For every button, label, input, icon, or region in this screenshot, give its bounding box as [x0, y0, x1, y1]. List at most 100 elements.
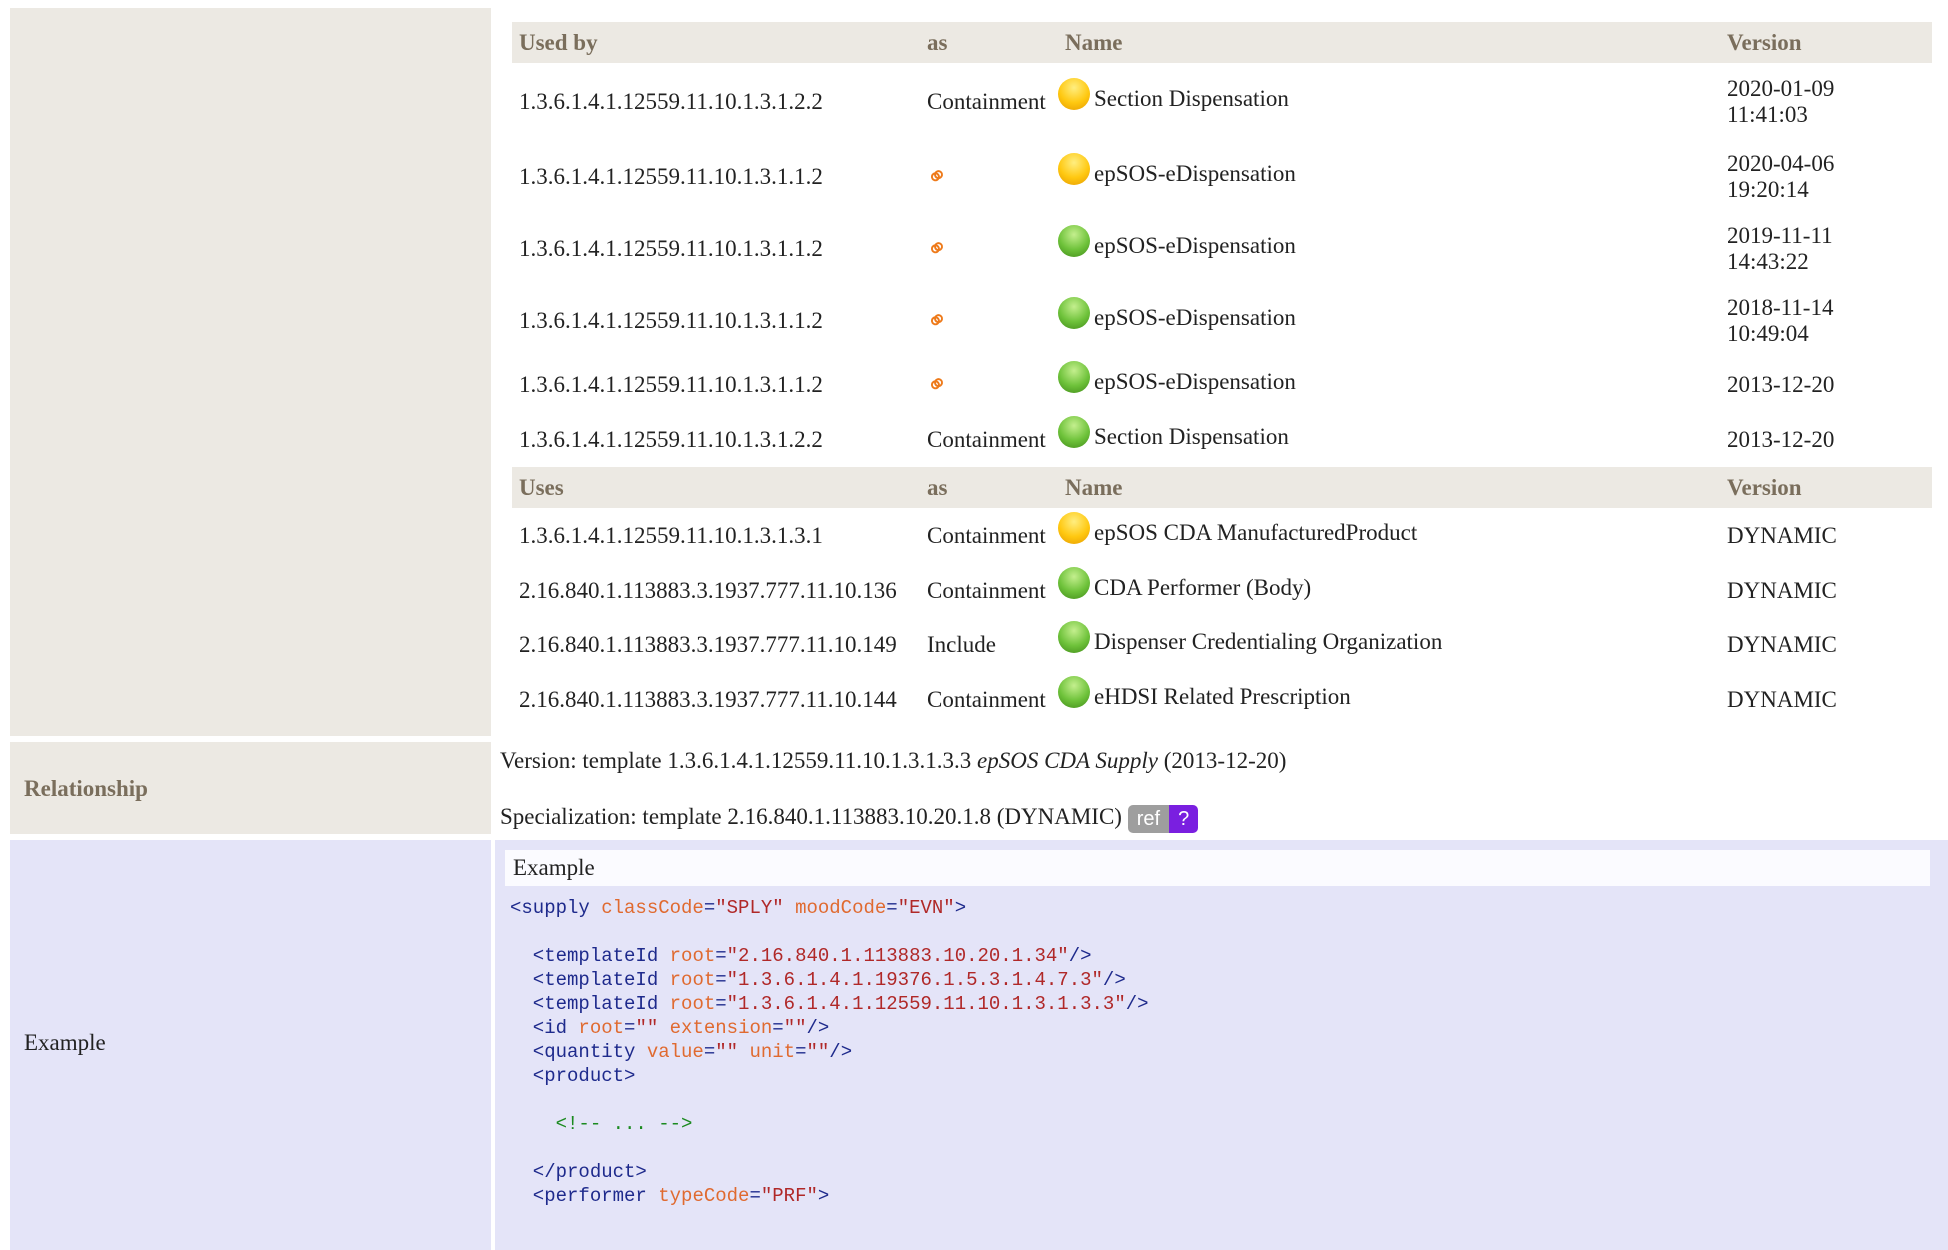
template-name[interactable]: CDA Performer (Body) [1094, 575, 1311, 600]
help-button[interactable]: ? [1169, 804, 1199, 833]
template-name-cell: eHDSI Related Prescription [1058, 672, 1720, 728]
table-row: 2.16.840.1.113883.3.1937.777.11.10.149 In… [512, 618, 1932, 672]
version-date: DYNAMIC [1727, 578, 1837, 603]
template-name-cell: epSOS-eDispensation [1058, 285, 1720, 357]
used-by-label-cell [10, 8, 491, 736]
link-icon[interactable]: ⚭ [920, 158, 955, 195]
template-name-cell: epSOS-eDispensation [1058, 141, 1720, 213]
template-id[interactable]: 2.16.840.1.113883.3.1937.777.11.10.136 [512, 564, 920, 618]
template-name-cell: Section Dispensation [1058, 63, 1720, 141]
relation-type: ⚭ [920, 285, 1058, 357]
table-row: 1.3.6.1.4.1.12559.11.10.1.3.1.1.2 ⚭ epSOS-… [512, 285, 1932, 357]
relationship-label: Relationship [24, 776, 148, 801]
template-version: 2020-01-09 11:41:03 [1720, 63, 1932, 141]
as-header: as [920, 22, 1058, 63]
table-row: 2.16.840.1.113883.3.1937.777.11.10.144 Co… [512, 672, 1932, 728]
template-name[interactable]: Section Dispensation [1094, 86, 1289, 111]
version-time: 19:20:14 [1727, 177, 1809, 202]
example-caption-text: Example [513, 855, 595, 880]
link-icon[interactable]: ⚭ [920, 366, 955, 403]
example-label: Example [24, 1030, 106, 1055]
status-active-icon [1058, 567, 1090, 599]
version-template-name[interactable]: epSOS CDA Supply [977, 748, 1158, 773]
relation-type: Containment [927, 578, 1046, 603]
status-active-icon [1058, 416, 1090, 448]
template-id[interactable]: 2.16.840.1.113883.3.1937.777.11.10.144 [512, 672, 920, 728]
relationship-version: Version: template 1.3.6.1.4.1.12559.11.1… [500, 748, 1286, 774]
relationship-specialization: Specialization: template 2.16.840.1.1138… [500, 804, 1199, 833]
template-id[interactable]: 1.3.6.1.4.1.12559.11.10.1.3.1.1.2 [512, 141, 920, 213]
template-name[interactable]: epSOS-eDispensation [1094, 369, 1296, 394]
template-version: DYNAMIC [1720, 618, 1932, 672]
used-by-header-row: Used by as Name Version [512, 22, 1932, 63]
status-draft-icon [1058, 78, 1090, 110]
table-row: 1.3.6.1.4.1.12559.11.10.1.3.1.1.2 ⚭ epSOS-… [512, 141, 1932, 213]
table-row: 1.3.6.1.4.1.12559.11.10.1.3.1.3.1 Contain… [512, 508, 1932, 564]
template-version: DYNAMIC [1720, 672, 1932, 728]
template-id[interactable]: 1.3.6.1.4.1.12559.11.10.1.3.1.2.2 [512, 63, 920, 141]
version-template-id: Version: template 1.3.6.1.4.1.12559.11.1… [500, 748, 972, 773]
template-id[interactable]: 1.3.6.1.4.1.12559.11.10.1.3.1.3.1 [512, 508, 920, 564]
template-version: DYNAMIC [1720, 508, 1932, 564]
relation-type: Containment [927, 427, 1046, 452]
version-header: Version [1720, 467, 1932, 508]
template-version: 2019-11-11 14:43:22 [1720, 213, 1932, 285]
version-time: 11:41:03 [1727, 102, 1808, 127]
template-version: 2013-12-20 [1720, 357, 1932, 413]
template-name[interactable]: epSOS-eDispensation [1094, 305, 1296, 330]
specialization-text: Specialization: template 2.16.840.1.1138… [500, 804, 1122, 829]
status-active-icon [1058, 297, 1090, 329]
version-date: 2018-11-14 [1727, 295, 1834, 320]
template-name[interactable]: epSOS-eDispensation [1094, 161, 1296, 186]
ref-button[interactable]: ref [1127, 804, 1170, 833]
template-version: 2018-11-14 10:49:04 [1720, 285, 1932, 357]
example-caption: Example [505, 850, 1930, 886]
status-active-icon [1058, 361, 1090, 393]
relation-type: Include [927, 632, 996, 657]
template-id[interactable]: 1.3.6.1.4.1.12559.11.10.1.3.1.1.2 [512, 357, 920, 413]
template-name[interactable]: epSOS-eDispensation [1094, 233, 1296, 258]
example-panel: Example <supply classCode="SPLY" moodCod… [495, 840, 1948, 1250]
template-id[interactable]: 1.3.6.1.4.1.12559.11.10.1.3.1.1.2 [512, 285, 920, 357]
as-header: as [920, 467, 1058, 508]
version-date: DYNAMIC [1727, 523, 1837, 548]
relation-type: ⚭ [920, 213, 1058, 285]
example-code: <supply classCode="SPLY" moodCode="EVN">… [510, 897, 1149, 1207]
link-icon[interactable]: ⚭ [920, 230, 955, 267]
version-date: 2019-11-11 [1727, 223, 1833, 248]
relation-type: Containment [927, 523, 1046, 548]
template-name-cell: epSOS-eDispensation [1058, 213, 1720, 285]
template-id[interactable]: 2.16.840.1.113883.3.1937.777.11.10.149 [512, 618, 920, 672]
link-icon[interactable]: ⚭ [920, 302, 955, 339]
name-header: Name [1058, 467, 1720, 508]
version-date: 2013-12-20 [1727, 427, 1835, 452]
version-date: DYNAMIC [1727, 687, 1837, 712]
version-date: DYNAMIC [1727, 632, 1837, 657]
version-time: 10:49:04 [1727, 321, 1809, 346]
template-usage-table: Used by as Name Version 1.3.6.1.4.1.1255… [512, 22, 1932, 728]
template-name[interactable]: Section Dispensation [1094, 424, 1289, 449]
version-date: 2013-12-20 [1727, 372, 1835, 397]
table-row: 1.3.6.1.4.1.12559.11.10.1.3.1.1.2 ⚭ epSOS-… [512, 213, 1932, 285]
template-name-cell: epSOS CDA ManufacturedProduct [1058, 508, 1720, 564]
relationship-label-cell: Relationship [10, 742, 491, 834]
template-version: 2020-04-06 19:20:14 [1720, 141, 1932, 213]
uses-header: Uses [512, 467, 920, 508]
table-row: 1.3.6.1.4.1.12559.11.10.1.3.1.1.2 ⚭ epSOS-… [512, 357, 1932, 413]
version-date: (2013-12-20) [1163, 748, 1287, 773]
status-active-icon [1058, 676, 1090, 708]
version-time: 14:43:22 [1727, 249, 1809, 274]
table-row: 1.3.6.1.4.1.12559.11.10.1.3.1.2.2 Contain… [512, 63, 1932, 141]
relation-type: Containment [927, 687, 1046, 712]
template-name[interactable]: epSOS CDA ManufacturedProduct [1094, 520, 1417, 545]
table-row: 2.16.840.1.113883.3.1937.777.11.10.136 Co… [512, 564, 1932, 618]
relation-type: Containment [927, 89, 1046, 114]
template-name[interactable]: eHDSI Related Prescription [1094, 684, 1351, 709]
status-draft-icon [1058, 512, 1090, 544]
template-name[interactable]: Dispenser Credentialing Organization [1094, 629, 1442, 654]
template-id[interactable]: 1.3.6.1.4.1.12559.11.10.1.3.1.1.2 [512, 213, 920, 285]
template-version: 2013-12-20 [1720, 413, 1932, 467]
template-id[interactable]: 1.3.6.1.4.1.12559.11.10.1.3.1.2.2 [512, 413, 920, 467]
status-active-icon [1058, 225, 1090, 257]
version-date: 2020-04-06 [1727, 151, 1835, 176]
